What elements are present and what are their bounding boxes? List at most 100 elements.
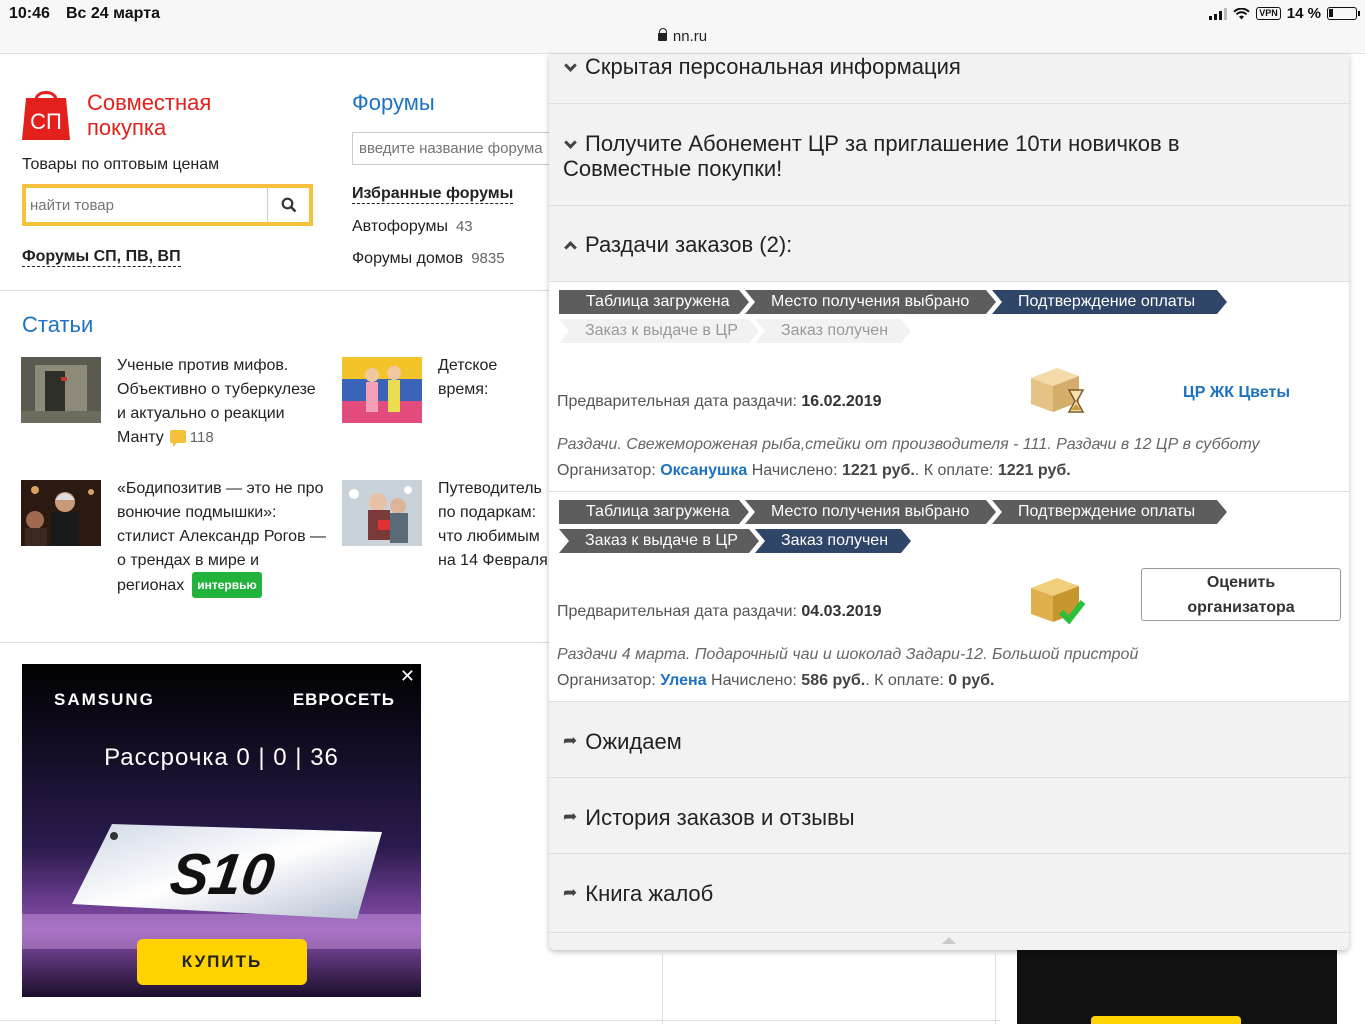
org-label: Организатор: — [557, 462, 656, 479]
step-table-loaded: Таблица загружена — [559, 500, 749, 524]
pay-value: 1221 руб. — [997, 462, 1071, 479]
section-order-history[interactable]: ➦ История заказов и отзывы — [549, 778, 1349, 854]
section-awaiting[interactable]: ➦ Ожидаем — [549, 702, 1349, 778]
ad-brand-evroset: ЕВРОСЕТЬ — [292, 690, 395, 709]
chevron-down-icon — [564, 59, 577, 73]
sp-title-line1: Совместная — [87, 90, 212, 115]
section-label: Получите Абонемент ЦР за приглашение 10т… — [563, 131, 1180, 181]
section-label: История заказов и отзывы — [585, 805, 855, 830]
order-card: Таблица загружена Место получения выбран… — [549, 282, 1349, 492]
article-thumbnail[interactable] — [21, 357, 101, 423]
article-thumbnail[interactable] — [342, 357, 422, 423]
separator: . — [865, 672, 870, 689]
section-hidden-info[interactable]: Скрытая персональная информация — [549, 54, 1349, 104]
date-value: 16.02.2019 — [801, 393, 882, 410]
divider — [0, 1020, 1000, 1021]
close-icon[interactable]: ✕ — [400, 666, 415, 687]
date-label: Предварительная дата раздачи: — [557, 603, 797, 620]
org-label: Организатор: — [557, 672, 656, 689]
forum-row[interactable]: Форумы домов 9835 — [352, 250, 505, 268]
section-orders-header[interactable]: Раздачи заказов (2): — [549, 206, 1349, 282]
lock-icon — [657, 28, 668, 41]
samsung-ad-banner[interactable]: S10 SAMSUNG ЕВРОСЕТЬ ✕ Рассрочка 0 | 0 |… — [22, 664, 421, 997]
share-arrow-icon: ➦ — [563, 883, 578, 902]
pay-value: 0 руб. — [948, 672, 995, 689]
collapse-panel-handle[interactable] — [549, 932, 1349, 950]
forum-name: Форумы домов — [352, 250, 464, 267]
box-check-icon — [1031, 578, 1086, 625]
article-thumbnail[interactable] — [21, 480, 101, 546]
product-search-input[interactable] — [30, 192, 270, 218]
forum-search-input[interactable] — [352, 132, 552, 165]
favorite-forums-link[interactable]: Избранные форумы — [352, 185, 514, 204]
search-icon — [281, 197, 296, 213]
article-thumbnail[interactable] — [342, 480, 422, 546]
charged-value: 1221 руб. — [841, 462, 915, 479]
url-text: nn.ru — [672, 28, 708, 45]
charged-label: Начислено: — [711, 672, 797, 689]
status-time: 10:46 — [9, 5, 50, 22]
forum-count: 9835 — [471, 250, 505, 267]
article-link[interactable]: Ученые против мифов. Объективно о туберк… — [117, 354, 323, 450]
section-label: Раздачи заказов (2): — [585, 232, 793, 257]
order-card: Таблица загружена Место получения выбран… — [549, 492, 1349, 702]
section-complaints[interactable]: ➦ Книга жалоб — [549, 854, 1349, 932]
forum-count: 43 — [455, 218, 473, 235]
charged-value: 586 руб. — [801, 672, 866, 689]
step-payment-confirmation: Подтверждение оплаты — [992, 290, 1227, 314]
search-button[interactable] — [267, 188, 309, 222]
ad-model: S10 — [166, 842, 278, 907]
organizer-link[interactable]: Улена — [660, 672, 706, 689]
chevron-up-icon — [942, 937, 956, 944]
ad-brand-samsung: SAMSUNG — [54, 690, 155, 709]
pay-label: К оплате: — [923, 462, 994, 479]
interview-badge: интервью — [192, 572, 262, 598]
chevron-down-icon — [564, 136, 577, 150]
step-pickup-selected: Место получения выбрано — [745, 290, 996, 314]
article-link[interactable]: «Бодипозитив — это не про вонючие подмыш… — [117, 477, 327, 599]
step-table-loaded: Таблица загружена — [559, 290, 749, 314]
article-title: Путеводитель по подаркам: что любимым на… — [438, 480, 548, 569]
pickup-point-link[interactable]: ЦР ЖК Цветы — [1183, 384, 1290, 402]
order-description[interactable]: Раздачи 4 марта. Подарочный чаи и шокола… — [557, 646, 1138, 664]
order-date: Предварительная дата раздачи: 16.02.2019 — [557, 393, 881, 411]
ad-banner-partial[interactable] — [1017, 950, 1337, 1024]
shopping-bag-logo[interactable]: СП — [22, 84, 70, 140]
divider — [0, 642, 549, 643]
step-order-received: Заказ получен — [755, 529, 911, 553]
step-ready-for-pickup: Заказ к выдаче в ЦР — [559, 319, 759, 343]
rate-organizer-button[interactable]: Оценить организатора — [1141, 568, 1341, 621]
forum-row[interactable]: Автофорумы 43 — [352, 218, 473, 236]
address-bar[interactable]: nn.ru — [0, 28, 1365, 45]
article-link[interactable]: Детское время: ребёнку испол — [438, 354, 550, 402]
article-link[interactable]: Путеводитель по подаркам: что любимым на… — [438, 477, 550, 573]
forums-title[interactable]: Форумы — [352, 90, 435, 116]
status-indicators: VPN 14 % — [1209, 5, 1360, 22]
box-hourglass-icon — [1031, 368, 1085, 413]
section-title: Получите Абонемент ЦР за приглашение 10т… — [563, 131, 1283, 181]
vpn-badge: VPN — [1256, 7, 1281, 20]
order-description[interactable]: Раздачи. Свежемороженая рыба,стейки от п… — [557, 436, 1260, 454]
sp-forums-link[interactable]: Форумы СП, ПВ, ВП — [22, 248, 181, 267]
comment-count: 118 — [189, 429, 214, 446]
chevron-up-icon — [564, 240, 577, 254]
section-title: Скрытая персональная информация — [563, 54, 961, 79]
organizer-link[interactable]: Оксанушка — [660, 462, 747, 479]
section-title: ➦ Книга жалоб — [563, 881, 713, 908]
divider — [0, 290, 549, 291]
share-arrow-icon: ➦ — [563, 807, 578, 826]
sp-title[interactable]: Совместная покупка — [87, 90, 211, 140]
ad-offer: Рассрочка 0 | 0 | 36 — [104, 744, 339, 771]
article-title: Ученые против мифов. Объективно о туберк… — [117, 357, 316, 446]
status-date: Вс 24 марта — [66, 5, 160, 22]
ad-buy-button[interactable]: КУПИТЬ — [137, 939, 307, 985]
product-search — [22, 184, 313, 226]
date-label: Предварительная дата раздачи: — [557, 393, 797, 410]
sp-title-line2: покупка — [87, 115, 167, 140]
section-subscription-offer[interactable]: Получите Абонемент ЦР за приглашение 10т… — [549, 104, 1349, 206]
order-organizer: Организатор: Улена Начислено: 586 руб.. … — [557, 672, 994, 690]
step-pickup-selected: Место получения выбрано — [745, 500, 996, 524]
separator: . — [914, 462, 920, 479]
articles-title[interactable]: Статьи — [22, 312, 93, 338]
article-title: Детское время: ребёнку испол — [438, 357, 498, 398]
